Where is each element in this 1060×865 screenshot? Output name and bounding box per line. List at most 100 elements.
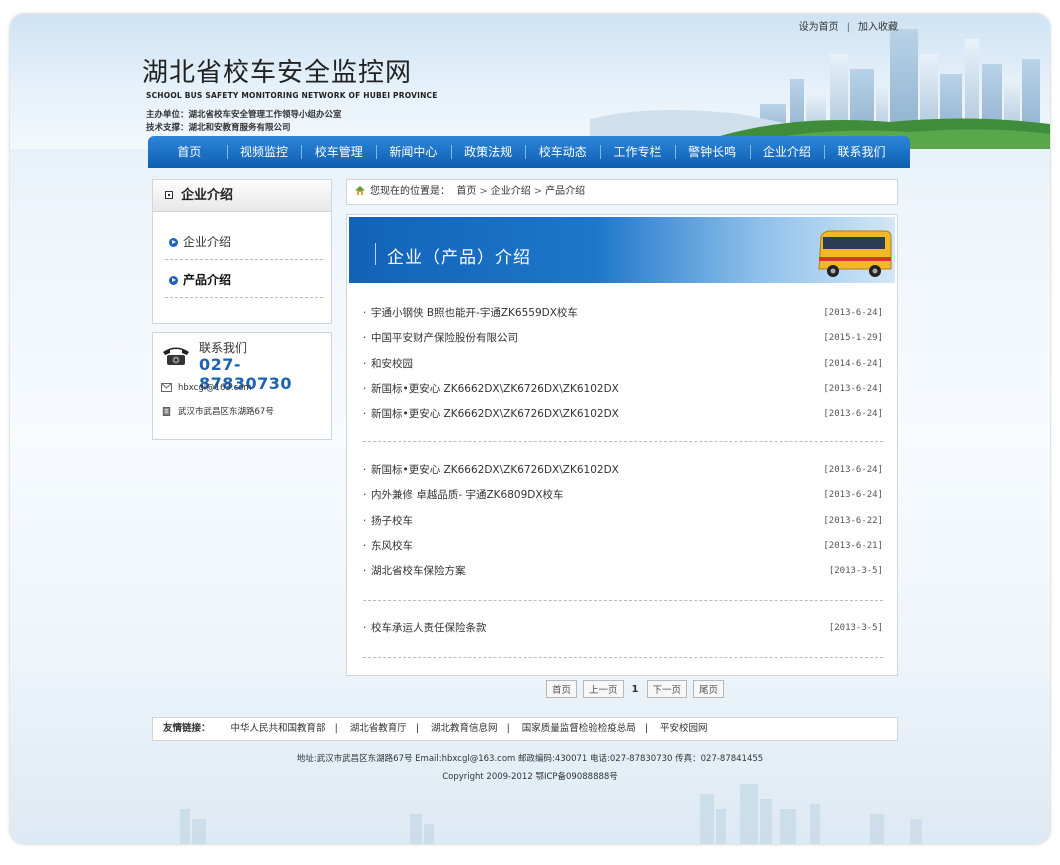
news-title[interactable]: 新国标•更安心 ZK6662DX\ZK6726DX\ZK6102DX [371,408,619,420]
breadcrumb: 您现在的位置是： 首页 > 企业介绍 > 产品介绍 [346,179,898,205]
news-date: [2013-3-5] [828,623,883,633]
contact-title: 联系我们 [199,341,248,355]
nav-item-policy[interactable]: 政策法规 [450,136,526,168]
sidebar-menu: 企业介绍 企业介绍 产品介绍 [152,179,332,324]
prev-page-button[interactable]: 上一页 [583,680,624,698]
nav-item-contact[interactable]: 联系我们 [824,136,899,168]
contact-address-row: 武汉市武昌区东湖路67号 [161,405,274,417]
list-item[interactable]: 校车承运人责任保险条款 [2013-3-5] [363,616,883,642]
list-item[interactable]: 和安校园 [2014-6-24] [363,352,883,378]
add-favorite-link[interactable]: 加入收藏 [854,22,902,33]
link-divider: | [644,723,649,734]
news-title[interactable]: 内外兼修 卓越品质- 宇通ZK6809DX校车 [371,489,564,501]
friend-link-safe-campus[interactable]: 平安校园网 [651,723,717,734]
section-title: 企业（产品）介绍 [387,248,531,268]
news-date: [2013-6-21] [823,540,883,551]
section-banner: 企业（产品）介绍 [349,217,895,283]
nav-item-company[interactable]: 企业介绍 [749,136,825,168]
news-date: [2013-3-5] [828,566,883,577]
news-title[interactable]: 湖北省校车保险方案 [371,565,466,577]
news-title[interactable]: 扬子校车 [371,515,413,527]
breadcrumb-home[interactable]: 首页 [456,186,476,197]
news-date: [2015-1-29] [823,333,883,344]
news-date: [2013-6-24] [823,409,883,420]
list-item[interactable]: 新国标•更安心 ZK6662DX\ZK6726DX\ZK6102DX [2013-… [363,402,883,428]
main-nav: 首页 视频监控 校车管理 新闻中心 政策法规 校车动态 工作专栏 警钟长鸣 企业… [148,136,910,168]
list-item[interactable]: 新国标•更安心 ZK6662DX\ZK6726DX\ZK6102DX [2013-… [363,458,883,484]
link-divider: | [506,723,510,734]
building-icon [162,407,171,416]
nav-item-home[interactable]: 首页 [152,136,227,168]
nav-item-bus-management[interactable]: 校车管理 [301,136,376,168]
sidebar-item-label: 产品介绍 [183,273,232,287]
footer-address: 地址:武汉市武昌区东湖路67号 Email:hbxcgl@163.com 邮政编… [296,754,764,764]
nav-item-video-monitor[interactable]: 视频监控 [226,136,302,168]
city-skyline-image [590,29,1050,149]
top-links: 设为首页 | 加入收藏 [795,18,902,33]
news-list: 宇通小钢侠 B照也能开-宇通ZK6559DX校车 [2013-6-24] 中国平安… [363,301,883,428]
news-title[interactable]: 和安校园 [371,358,413,370]
page-frame: 设为首页 | 加入收藏 湖北省校车安全监控网 SCHOOL BUS SAFETY M… [10,14,1050,844]
news-date: [2013-6-24] [823,308,883,318]
next-page-button[interactable]: 下一页 [646,680,688,698]
news-date: [2013-6-24] [823,490,883,501]
news-date: [2013-6-24] [823,383,883,394]
home-icon [355,186,365,195]
nav-item-alarm[interactable]: 警钟长鸣 [674,136,750,168]
breadcrumb-company[interactable]: 企业介绍 [491,186,531,197]
news-date: [2013-6-22] [823,515,883,526]
contact-address: 武汉市武昌区东湖路67号 [178,407,274,417]
breadcrumb-separator: > [479,186,488,197]
arrow-bullet-icon [169,276,178,285]
arrow-bullet-icon [169,238,178,247]
last-page-button[interactable]: 尾页 [693,680,725,698]
first-page-button[interactable]: 首页 [546,680,578,698]
friend-link-moe[interactable]: 中华人民共和国教育部 [222,723,335,734]
list-item[interactable]: 湖北省校车保险方案 [2013-3-5] [363,559,883,585]
list-item[interactable]: 内外兼修 卓越品质- 宇通ZK6809DX校车 [2013-6-24] [363,483,883,509]
nav-item-bus-dynamics[interactable]: 校车动态 [525,136,600,168]
news-title[interactable]: 新国标•更安心 ZK6662DX\ZK6726DX\ZK6102DX [371,383,619,395]
friend-links: 友情链接： 中华人民共和国教育部 | 湖北省教育厅 | 湖北教育信息网 | 国家质量监… [152,717,898,741]
news-date: [2013-6-24] [823,465,883,475]
friend-links-label: 友情链接： [163,723,211,734]
divider [363,657,883,658]
sidebar-title: 企业介绍 [153,180,331,212]
friend-link-hubei-info[interactable]: 湖北教育信息网 [422,723,507,734]
news-title[interactable]: 新国标•更安心 ZK6662DX\ZK6726DX\ZK6102DX [371,464,619,476]
list-item[interactable]: 中国平安财产保险股份有限公司 [2015-1-29] [363,326,883,352]
link-divider: | [334,723,338,734]
sidebar-item-company-intro[interactable]: 企业介绍 [165,224,323,260]
set-homepage-link[interactable]: 设为首页 [795,22,843,33]
link-divider: | [415,723,420,734]
news-list: 校车承运人责任保险条款 [2013-3-5] [363,616,883,642]
news-title[interactable]: 东风校车 [371,540,413,552]
divider [363,600,883,601]
contact-email-row: hbxcgl@163.com [161,383,252,393]
nav-item-news[interactable]: 新闻中心 [376,136,451,168]
friend-link-hubei-edu[interactable]: 湖北省教育厅 [341,723,416,734]
current-page: 1 [631,683,639,695]
sidebar-item-label: 企业介绍 [183,235,232,249]
breadcrumb-separator: > [533,186,543,197]
list-item[interactable]: 东风校车 [2013-6-21] [363,534,883,560]
list-item[interactable]: 新国标•更安心 ZK6662DX\ZK6726DX\ZK6102DX [2013-… [363,377,883,403]
top-links-divider: | [846,22,850,33]
news-title[interactable]: 中国平安财产保险股份有限公司 [371,332,518,344]
sidebar-title-text: 企业介绍 [181,188,234,203]
list-item[interactable]: 宇通小钢侠 B照也能开-宇通ZK6559DX校车 [2013-6-24] [363,301,883,327]
contact-box: 联系我们 027-87830730 hbxcgl@163.com 武汉市武昌区东… [152,332,332,440]
news-list: 新国标•更安心 ZK6662DX\ZK6726DX\ZK6102DX [2013-… [363,458,883,585]
square-bullet-icon [165,191,173,199]
friend-link-aqsiq[interactable]: 国家质量监督检验检疫总局 [513,723,645,734]
nav-item-work-column[interactable]: 工作专栏 [600,136,675,168]
bottom-skyline-image [180,784,922,844]
sidebar-item-product-intro[interactable]: 产品介绍 [165,262,323,298]
contact-email: hbxcgl@163.com [178,383,252,393]
divider [363,441,883,442]
list-item[interactable]: 扬子校车 [2013-6-22] [363,509,883,535]
content-box: 企业（产品）介绍 宇通小钢侠 B照也能开-宇通ZK6559DX校车 [2013-6… [346,214,898,676]
news-title[interactable]: 校车承运人责任保险条款 [371,622,487,634]
breadcrumb-prefix: 您现在的位置是： [370,186,450,197]
news-title[interactable]: 宇通小钢侠 B照也能开-宇通ZK6559DX校车 [371,307,578,319]
